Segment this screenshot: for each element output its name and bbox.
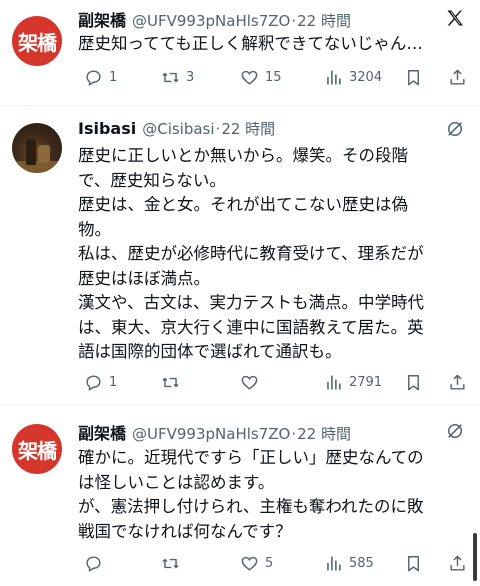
tweet-header: 副架橋 @UFV993pNaHls7ZO · 22 時間 [78, 7, 351, 31]
tweet[interactable]: 架橋 副架橋 @UFV993pNaHls7ZO · 22 時間 歴史知ってても正… [0, 0, 480, 104]
bookmark-icon [408, 556, 419, 572]
like-button[interactable]: 5 [240, 554, 273, 573]
tweet-text: 確かに。近現代ですら「正しい」歴史なんての は怪しいことは認めます。 が、憲法押… [78, 446, 468, 544]
tweet-text-line: 漢文や、古文は、実力テストも満点。中学時代 [78, 293, 425, 312]
tweet[interactable]: 架橋 副架橋 @UFV993pNaHls7ZO · 22 時間 確かに。近現代で… [0, 405, 480, 586]
tweet-text-line: が、憲法押し付けられ、主権も奪われたのに敗 [78, 497, 424, 516]
avatar[interactable]: 架橋 [12, 424, 62, 474]
views-count: 585 [349, 556, 374, 571]
timestamp[interactable]: 22 時間 [297, 10, 351, 31]
retweet-count: 3 [186, 70, 195, 85]
tweet-header: Isibasi @Cisibasi · 22 時間 [78, 118, 275, 139]
reply-button[interactable]: 1 [84, 68, 117, 87]
timestamp[interactable]: 22 時間 [221, 118, 275, 139]
views-button[interactable]: 585 [324, 554, 374, 573]
reply-icon [86, 70, 101, 86]
avatar-text: 架橋 [18, 438, 57, 463]
tweet-text-line: は、東大、京大行く連中に国語教えて居た。英 [78, 317, 424, 337]
share-icon [450, 555, 465, 571]
retweet-icon [162, 377, 179, 388]
user-handle[interactable]: @UFV993pNaHls7ZO [132, 425, 290, 443]
share-icon [450, 374, 465, 390]
tweet-actions: 1 2791 [84, 373, 470, 395]
tweet-text-line: 歴史知ってても正しく解釈できてないじゃん… [78, 34, 423, 53]
views-button[interactable]: 2791 [324, 373, 382, 392]
tweet-text: 歴史に正しいとか無いから。爆笑。その段階 で、歴史知らない。 歴史は、金と女。そ… [78, 144, 468, 365]
retweet-button[interactable] [161, 373, 186, 392]
reply-count: 1 [109, 375, 118, 390]
tweet-text-line: 語は国際的団体で選ばれて通訳も。 [78, 342, 342, 361]
share-icon [450, 69, 465, 85]
display-name[interactable]: 副架橋 [78, 7, 126, 31]
heart-icon [241, 556, 258, 571]
like-button[interactable]: 15 [240, 68, 282, 87]
separator-dot: · [291, 12, 297, 30]
share-button[interactable] [448, 554, 467, 573]
display-name[interactable]: Isibasi [78, 119, 136, 138]
heart-icon [241, 375, 258, 390]
avatar[interactable]: 架橋 [12, 16, 62, 66]
tweet-actions: 1 3 15 3204 [84, 68, 470, 90]
share-button[interactable] [448, 68, 467, 87]
grok-icon[interactable] [444, 118, 466, 140]
views-icon [327, 70, 341, 85]
bookmark-button[interactable] [404, 68, 423, 87]
retweet-icon [162, 72, 179, 83]
tweet-text-line: 戦国でなければ何なんです？ [78, 521, 292, 541]
reply-icon [86, 556, 101, 572]
separator-dot: · [215, 120, 221, 138]
user-handle[interactable]: @UFV993pNaHls7ZO [132, 12, 290, 30]
tweet-text-line: 私は、歴史が必修時代に教育受けて、理系だが [78, 244, 424, 263]
scrollbar[interactable] [473, 533, 477, 581]
heart-icon [241, 70, 258, 85]
views-count: 2791 [349, 375, 383, 390]
reply-icon [86, 375, 101, 391]
like-button[interactable] [240, 373, 265, 392]
tweet-text-line: 歴史に正しいとか無いから。爆笑。その段階 [78, 146, 408, 165]
tweet-text-line: は怪しいことは認めます。 [78, 472, 275, 492]
bookmark-button[interactable] [404, 554, 423, 573]
share-button[interactable] [448, 373, 467, 392]
like-count: 15 [265, 70, 282, 85]
views-icon [327, 556, 341, 571]
views-count: 3204 [349, 70, 383, 85]
bookmark-icon [408, 70, 419, 86]
user-handle[interactable]: @Cisibasi [142, 120, 214, 138]
tweet-text-line: 歴史はほぼ満点。 [78, 268, 210, 288]
x-logo-icon[interactable] [444, 7, 466, 29]
timestamp[interactable]: 22 時間 [297, 423, 351, 444]
tweet-text-line: で、歴史知らない。 [78, 170, 226, 190]
tweet-header: 副架橋 @UFV993pNaHls7ZO · 22 時間 [78, 420, 351, 444]
views-button[interactable]: 3204 [324, 68, 382, 87]
tweet-text-line: 確かに。近現代ですら「正しい」歴史なんての [78, 448, 424, 467]
tweet-actions: 5 585 [84, 554, 470, 576]
retweet-button[interactable] [161, 554, 186, 573]
display-name[interactable]: 副架橋 [78, 420, 126, 444]
retweet-button[interactable]: 3 [161, 68, 194, 87]
reply-button[interactable] [84, 554, 109, 573]
reply-count: 1 [109, 70, 118, 85]
retweet-icon [162, 558, 179, 569]
like-count: 5 [265, 556, 274, 571]
reply-button[interactable]: 1 [84, 373, 117, 392]
tweet-text-line: 物。 [78, 219, 111, 239]
avatar[interactable] [12, 123, 62, 173]
views-icon [327, 375, 341, 390]
tweet-text: 歴史知ってても正しく解釈できてないじゃん… [78, 32, 468, 57]
tweet-text-line: 歴史は、金と女。それが出てこない歴史は偽 [78, 195, 408, 214]
bookmark-button[interactable] [404, 373, 423, 392]
separator-dot: · [291, 425, 297, 443]
grok-icon[interactable] [444, 420, 466, 442]
avatar-text: 架橋 [18, 30, 57, 55]
tweet[interactable]: Isibasi @Cisibasi · 22 時間 歴史に正しいとか無いから。爆… [0, 106, 480, 402]
bookmark-icon [408, 375, 419, 391]
